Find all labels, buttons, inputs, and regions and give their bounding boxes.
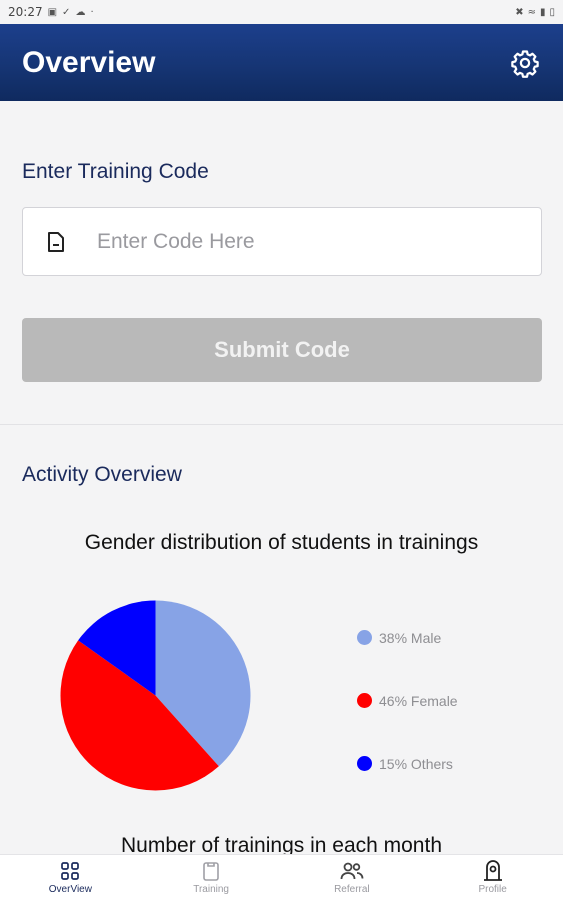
legend-label: 15% Others [379,755,453,772]
divider [0,424,563,425]
nav-item-profile[interactable]: Profile [422,855,563,900]
grid-icon [60,860,80,882]
code-field[interactable] [22,207,542,276]
legend-dot [357,693,372,708]
status-time: 20:27 [8,5,43,19]
legend-item-male: 38% Male [357,606,458,669]
nav-label-profile: Profile [478,884,507,895]
nav-label-referral: Referral [334,884,370,895]
gender-chart-legend: 38% Male 46% Female 15% Others [357,606,458,795]
profile-icon [482,860,504,882]
legend-item-female: 46% Female [357,669,458,732]
legend-label: 46% Female [379,692,458,709]
bottom-nav: OverView Training Referral Profile [0,854,563,900]
gender-chart-title: Gender distribution of students in train… [84,531,479,554]
status-bar: 20:27 ▣ ✓ ☁ · ✖ ≈ ▮ ▯ [0,0,563,24]
dot-notification-icon: · [90,6,94,18]
training-code-label: Enter Training Code [22,160,209,183]
training-code-input[interactable] [89,229,509,254]
status-left: 20:27 ▣ ✓ ☁ · [8,5,94,19]
legend-item-others: 15% Others [357,732,458,795]
nav-item-training[interactable]: Training [141,855,282,900]
status-right: ✖ ≈ ▮ ▯ [515,7,555,18]
wifi-icon: ≈ [527,6,536,18]
battery-icon: ▯ [549,6,555,18]
legend-label: 38% Male [379,629,442,646]
image-notification-icon: ▣ [47,6,58,18]
legend-dot [357,756,372,771]
cloud-notification-icon: ☁ [75,6,86,18]
nav-item-referral[interactable]: Referral [282,855,423,900]
gear-icon[interactable] [509,47,541,79]
app-bar: Overview [0,24,563,101]
nav-item-overview[interactable]: OverView [0,855,141,900]
people-icon [340,860,364,882]
check-notification-icon: ✓ [62,6,71,18]
mute-icon: ✖ [515,6,524,18]
signal-icon: ▮ [539,6,546,18]
nav-label-overview: OverView [48,884,92,895]
submit-code-button[interactable]: Submit Code [22,318,542,382]
gender-pie-chart [60,600,251,791]
activity-overview-label: Activity Overview [22,463,182,486]
nav-label-training: Training [193,884,229,895]
legend-dot [357,630,372,645]
page-title: Overview [22,45,156,79]
document-icon [23,231,89,253]
clipboard-icon [201,860,221,882]
